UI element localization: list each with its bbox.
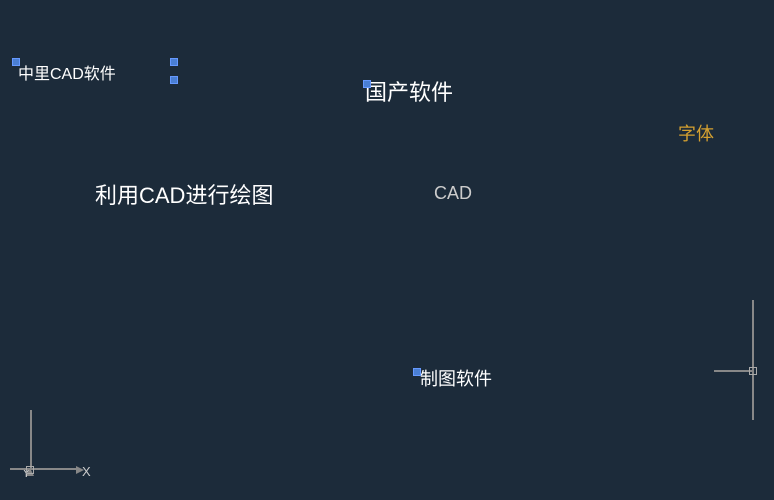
- handle-tl-3[interactable]: [170, 76, 178, 84]
- center-top-label: 国产软件: [365, 75, 453, 107]
- handle-center-top[interactable]: [363, 80, 371, 88]
- cad-canvas: 中里CAD软件 国产软件 字体 利用CAD进行绘图 CAD 制图软件 Y X: [0, 0, 774, 500]
- right-vertical-line: [752, 300, 754, 420]
- right-square-handle[interactable]: [749, 367, 757, 375]
- origin-square: [26, 466, 34, 474]
- y-axis-line: [30, 410, 32, 470]
- right-horizontal-line: [714, 370, 754, 372]
- x-axis-label: X: [82, 464, 91, 479]
- bottom-center-label: 制图软件: [420, 365, 492, 391]
- handle-tl-1[interactable]: [12, 58, 20, 66]
- top-right-label: 字体: [678, 120, 714, 146]
- handle-tl-2[interactable]: [170, 58, 178, 66]
- cad-label: CAD: [434, 183, 472, 204]
- main-drawing-label: 利用CAD进行绘图: [95, 178, 273, 210]
- handle-bottom-center[interactable]: [413, 368, 421, 376]
- top-left-label: 中里CAD软件: [18, 60, 116, 84]
